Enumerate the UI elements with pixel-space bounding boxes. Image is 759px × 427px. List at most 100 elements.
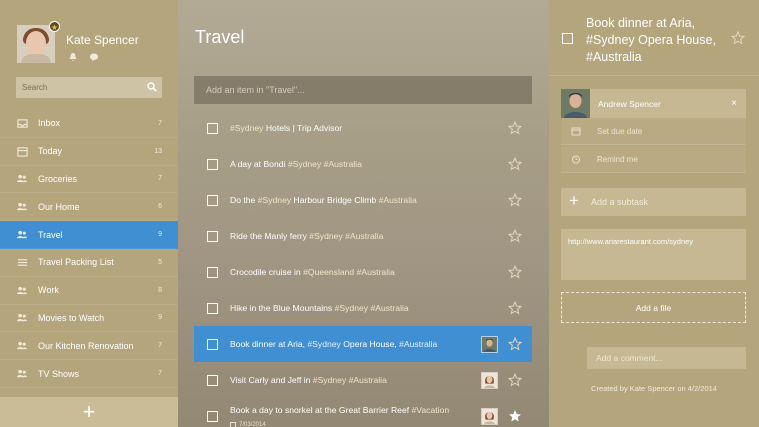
- hashtag[interactable]: #Sydney: [230, 123, 263, 133]
- task-checkbox[interactable]: [207, 338, 218, 350]
- shared-list-icon: [16, 312, 28, 324]
- task-row[interactable]: Hike in the Blue Mountains #Sydney #Aust…: [194, 290, 532, 326]
- task-text-part: Book dinner at Aria,: [230, 339, 308, 349]
- due-date-row[interactable]: Set due date: [561, 118, 746, 145]
- hashtag[interactable]: #Sydney #Australia: [309, 231, 383, 241]
- task-title: #Sydney Hotels | Trip Advisor: [230, 123, 342, 133]
- sidebar-item-movies-to-watch[interactable]: Movies to Watch 9: [0, 305, 178, 333]
- hashtag[interactable]: #Sydney #Australia: [335, 303, 409, 313]
- task-title: Crocodile cruise in #Queensland #Austral…: [230, 267, 395, 277]
- comments-icon[interactable]: [89, 52, 99, 62]
- task-row[interactable]: Book dinner at Aria, #Sydney Opera House…: [194, 326, 532, 362]
- sidebar-item-count: 9: [158, 231, 162, 239]
- task-title: Do the #Sydney Harbour Bridge Climb #Aus…: [230, 195, 417, 205]
- sidebar-item-label: Inbox: [38, 118, 61, 129]
- star-icon[interactable]: [731, 31, 745, 45]
- sidebar-item-count: 7: [158, 342, 162, 350]
- sidebar-item-today[interactable]: Today 13: [0, 138, 178, 166]
- plus-icon: +: [569, 191, 579, 210]
- task-row[interactable]: Crocodile cruise in #Queensland #Austral…: [194, 254, 532, 290]
- star-icon[interactable]: [507, 156, 523, 171]
- sidebar-item-work[interactable]: Work 8: [0, 277, 178, 305]
- hashtag[interactable]: #Sydney: [258, 195, 291, 205]
- search-icon[interactable]: [147, 82, 157, 92]
- sidebar-item-label: Travel: [38, 229, 63, 240]
- task-row[interactable]: Book a day to snorkel at the Great Barri…: [194, 398, 532, 427]
- sidebar-item-label: Travel Packing List: [38, 257, 114, 268]
- sidebar-item-count: 7: [158, 175, 162, 183]
- detail-title[interactable]: Book dinner at Aria, #Sydney Opera House…: [586, 15, 726, 66]
- task-text-part: Opera House,: [340, 339, 400, 349]
- hashtag[interactable]: #Vacation: [412, 405, 450, 415]
- add-item-box: [194, 76, 532, 104]
- task-checkbox[interactable]: [207, 158, 218, 170]
- task-checkbox[interactable]: [207, 266, 218, 278]
- inbox-icon: [16, 117, 28, 129]
- list-icon: [16, 256, 28, 268]
- task-row[interactable]: Visit Carly and Jeff in #Sydney #Austral…: [194, 362, 532, 398]
- sidebar-item-label: Our Kitchen Renovation: [38, 340, 134, 351]
- star-icon[interactable]: [507, 192, 523, 207]
- task-checkbox[interactable]: [207, 410, 218, 422]
- task-checkbox[interactable]: [207, 374, 218, 386]
- assignee-avatar: [481, 371, 498, 389]
- remove-assignee-close-icon[interactable]: ×: [731, 98, 737, 109]
- list-nav: Inbox 7 Today 13 Groceries 7 Our Home 6 Travel 9 T…: [0, 110, 178, 388]
- task-checkbox[interactable]: [207, 122, 218, 134]
- task-checkbox[interactable]: [207, 302, 218, 314]
- hashtag[interactable]: #Australia: [399, 339, 437, 349]
- sidebar-item-travel[interactable]: Travel 9: [0, 221, 178, 249]
- hashtag[interactable]: #Queensland #Australia: [303, 267, 395, 277]
- star-icon[interactable]: [507, 372, 523, 387]
- comment-input[interactable]: [587, 347, 737, 369]
- task-text-part: Crocodile cruise in: [230, 267, 304, 277]
- detail-checkbox[interactable]: [562, 33, 573, 44]
- task-checkbox[interactable]: [207, 194, 218, 206]
- star-icon[interactable]: [507, 120, 523, 135]
- task-title: Book dinner at Aria, #Sydney Opera House…: [230, 339, 437, 349]
- search-box: [16, 77, 162, 98]
- task-row[interactable]: Ride the Manly ferry #Sydney #Australia: [194, 218, 532, 254]
- sidebar-item-label: Work: [38, 285, 59, 296]
- sidebar-item-tv-shows[interactable]: TV Shows 7: [0, 360, 178, 388]
- star-icon[interactable]: [507, 228, 523, 243]
- sidebar-item-our-kitchen-renovation[interactable]: Our Kitchen Renovation 7: [0, 332, 178, 361]
- sidebar-item-count: 5: [158, 258, 162, 266]
- task-title: Book a day to snorkel at the Great Barri…: [230, 405, 449, 415]
- subtask-input[interactable]: [591, 188, 741, 216]
- sidebar-item-count: 7: [158, 119, 162, 127]
- note-field[interactable]: http://www.ariarestaurant.com/sydney: [561, 229, 746, 280]
- star-icon[interactable]: [507, 264, 523, 279]
- search-input[interactable]: [16, 77, 136, 98]
- star-icon[interactable]: [507, 300, 523, 315]
- hashtag[interactable]: #Sydney #Australia: [313, 375, 387, 385]
- task-row[interactable]: #Sydney Hotels | Trip Advisor: [194, 110, 532, 146]
- star-icon[interactable]: [508, 409, 522, 423]
- sidebar-item-our-home[interactable]: Our Home 6: [0, 193, 178, 222]
- add-item-input[interactable]: [194, 76, 524, 104]
- calendar-icon: [571, 127, 581, 136]
- task-title: Visit Carly and Jeff in #Sydney #Austral…: [230, 375, 387, 385]
- add-list-button[interactable]: +: [0, 397, 178, 427]
- sidebar-item-label: Groceries: [38, 173, 78, 184]
- hashtag[interactable]: #Sydney: [307, 339, 340, 349]
- sidebar-item-inbox[interactable]: Inbox 7: [0, 110, 178, 138]
- hashtag[interactable]: #Sydney #Australia: [288, 159, 362, 169]
- reminder-row[interactable]: Remind me: [561, 146, 746, 173]
- task-text-part: Ride the Manly ferry: [230, 231, 310, 241]
- sidebar-item-travel-packing-list[interactable]: Travel Packing List 5: [0, 249, 178, 277]
- assignee-row[interactable]: Andrew Spencer ×: [561, 89, 746, 118]
- task-row[interactable]: Do the #Sydney Harbour Bridge Climb #Aus…: [194, 182, 532, 218]
- calendar-icon: [230, 422, 236, 427]
- user-name[interactable]: Kate Spencer: [66, 33, 139, 47]
- hashtag[interactable]: #Australia: [379, 195, 417, 205]
- add-file-button[interactable]: Add a file: [561, 292, 746, 323]
- task-checkbox[interactable]: [207, 230, 218, 242]
- sidebar-item-count: 7: [158, 370, 162, 378]
- sidebar-item-groceries[interactable]: Groceries 7: [0, 166, 178, 194]
- star-icon[interactable]: [507, 336, 523, 351]
- task-row[interactable]: A day at Bondi #Sydney #Australia: [194, 146, 532, 182]
- assignee-name: Andrew Spencer: [598, 98, 661, 109]
- bell-icon[interactable]: [68, 52, 78, 62]
- user-avatar[interactable]: [17, 25, 55, 63]
